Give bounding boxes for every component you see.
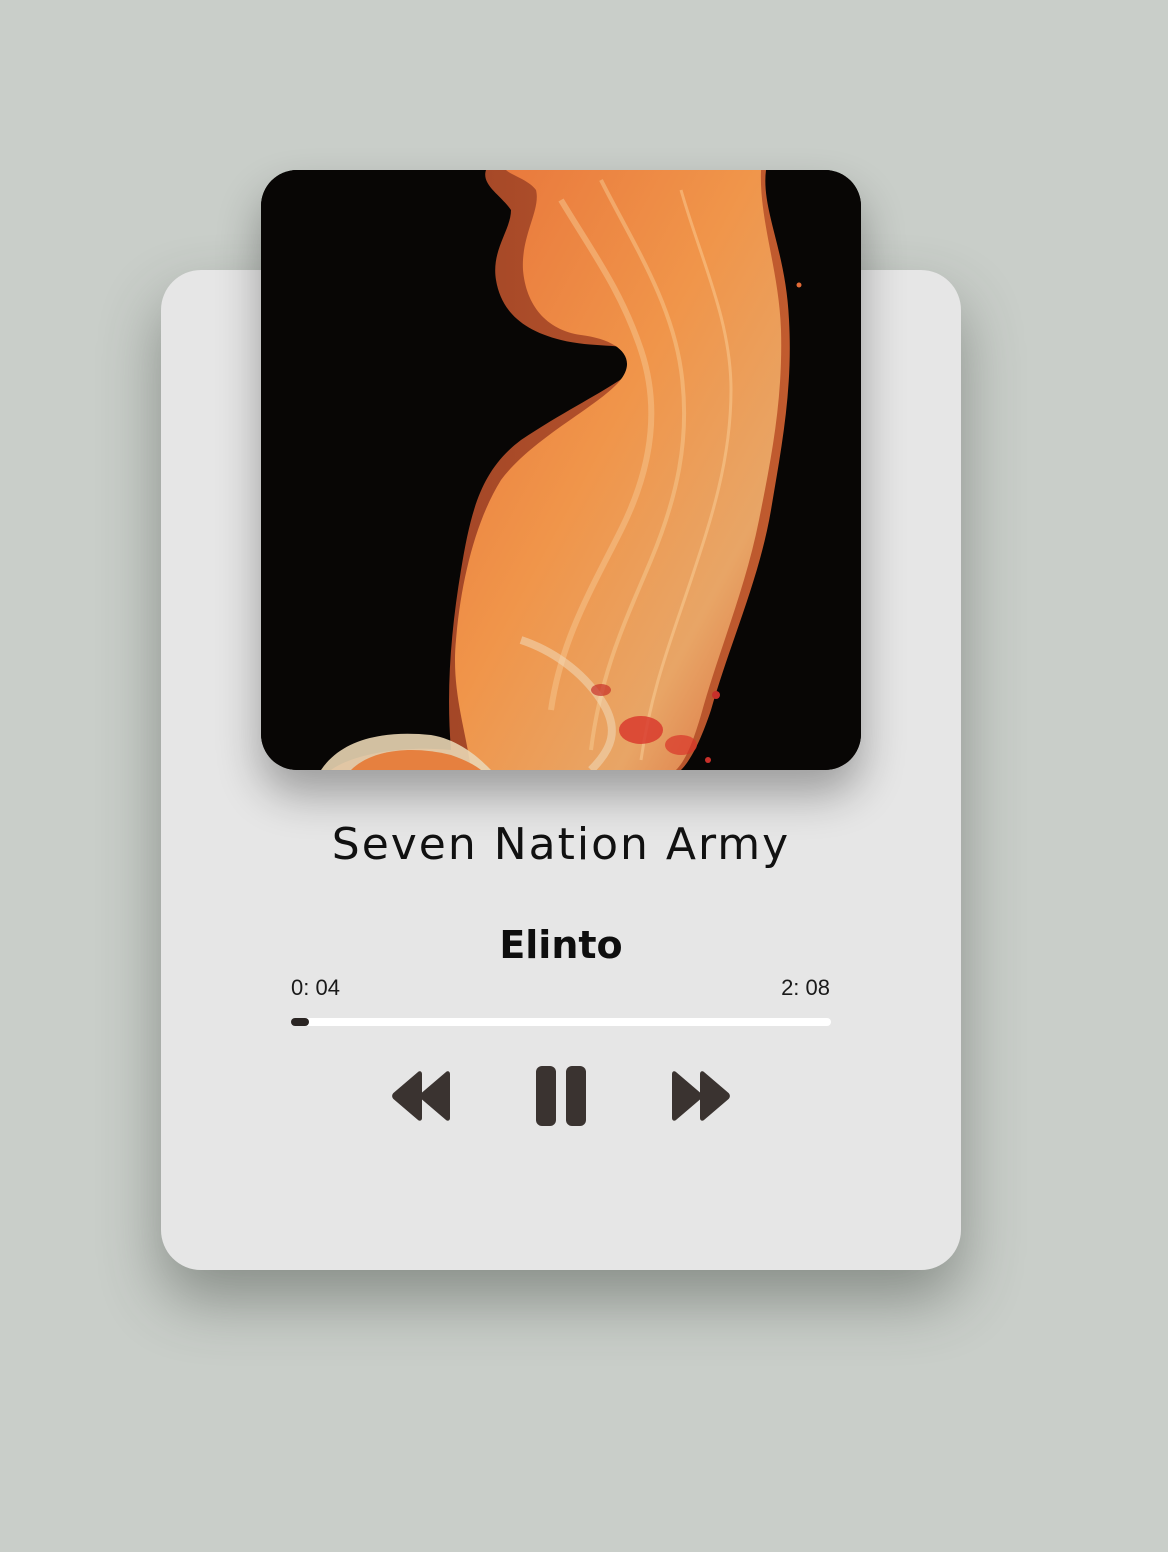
progress-bar[interactable]	[291, 1018, 831, 1026]
artist-name: Elinto	[499, 923, 623, 967]
pause-icon	[536, 1066, 586, 1126]
progress-fill[interactable]	[291, 1018, 309, 1026]
fast-forward-button[interactable]	[668, 1062, 734, 1130]
rewind-icon	[392, 1071, 450, 1121]
fast-forward-icon	[672, 1071, 730, 1121]
album-art-image	[261, 170, 861, 770]
rewind-button[interactable]	[388, 1062, 454, 1130]
total-time: 2: 08	[781, 975, 830, 1000]
pause-button[interactable]	[532, 1062, 590, 1130]
current-time: 0: 04	[291, 975, 340, 1000]
track-title: Seven Nation Army	[331, 819, 791, 870]
album-cover	[261, 170, 861, 770]
